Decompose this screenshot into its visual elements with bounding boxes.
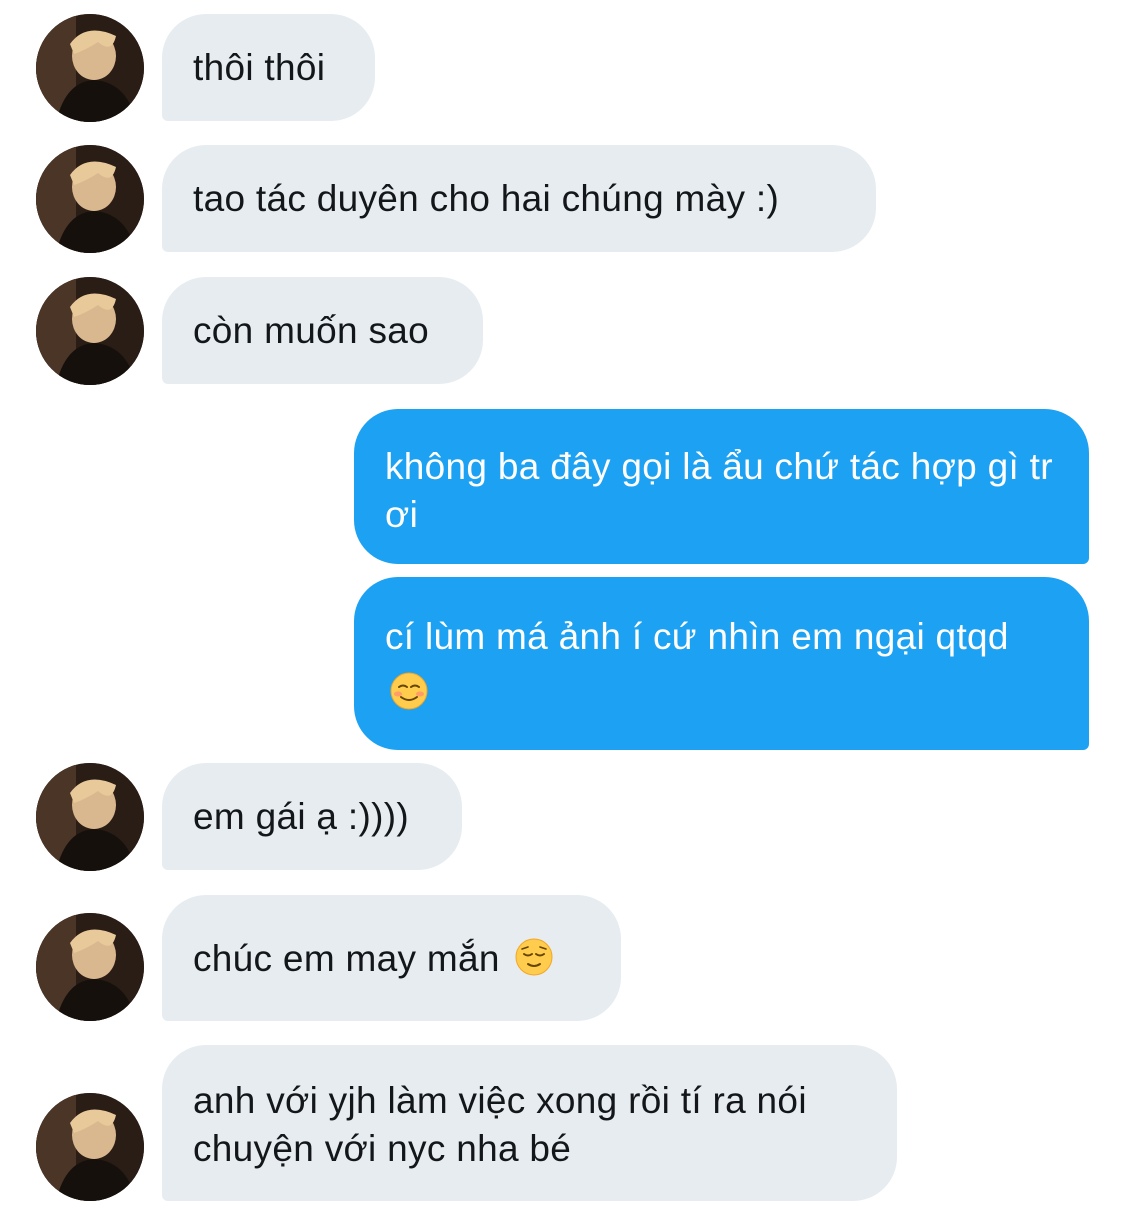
message-text: anh với yjh làm việc xong rồi tí ra nói … xyxy=(193,1080,807,1169)
message-bubble-incoming[interactable]: thôi thôi xyxy=(162,14,375,121)
message-text: em gái ạ :)))) xyxy=(193,796,409,837)
message-bubble-incoming[interactable]: còn muốn sao xyxy=(162,277,483,384)
message-text: thôi thôi xyxy=(193,47,326,88)
avatar[interactable] xyxy=(36,277,144,385)
message-bubble-incoming[interactable]: chúc em may mắn xyxy=(162,895,621,1021)
user-portrait-icon xyxy=(36,145,144,253)
message-bubble-outgoing[interactable]: không ba đây gọi là ẩu chứ tác hợp gì tr… xyxy=(354,409,1089,564)
message-text: tao tác duyên cho hai chúng mày :) xyxy=(193,178,780,219)
user-portrait-icon xyxy=(36,277,144,385)
avatar[interactable] xyxy=(36,763,144,871)
message-bubble-incoming[interactable]: anh với yjh làm việc xong rồi tí ra nói … xyxy=(162,1045,897,1201)
relieved-face-icon xyxy=(514,937,554,977)
user-portrait-icon xyxy=(36,913,144,1021)
message-text: cí lùm má ảnh í cứ nhìn em ngại qtqd xyxy=(385,616,1009,657)
avatar[interactable] xyxy=(36,1093,144,1201)
user-portrait-icon xyxy=(36,1093,144,1201)
user-portrait-icon xyxy=(36,763,144,871)
conversation-thread: thôi thôi tao tác duyên cho hai chúng mà… xyxy=(0,0,1125,1211)
message-bubble-incoming[interactable]: em gái ạ :)))) xyxy=(162,763,462,870)
avatar[interactable] xyxy=(36,145,144,253)
message-text: còn muốn sao xyxy=(193,310,430,351)
smiling-face-icon xyxy=(389,671,429,711)
message-bubble-outgoing[interactable]: cí lùm má ảnh í cứ nhìn em ngại qtqd xyxy=(354,577,1089,750)
message-bubble-incoming[interactable]: tao tác duyên cho hai chúng mày :) xyxy=(162,145,876,252)
user-portrait-icon xyxy=(36,14,144,122)
avatar[interactable] xyxy=(36,14,144,122)
avatar[interactable] xyxy=(36,913,144,1021)
message-text: không ba đây gọi là ẩu chứ tác hợp gì tr… xyxy=(385,446,1053,535)
message-text: chúc em may mắn xyxy=(193,938,500,979)
